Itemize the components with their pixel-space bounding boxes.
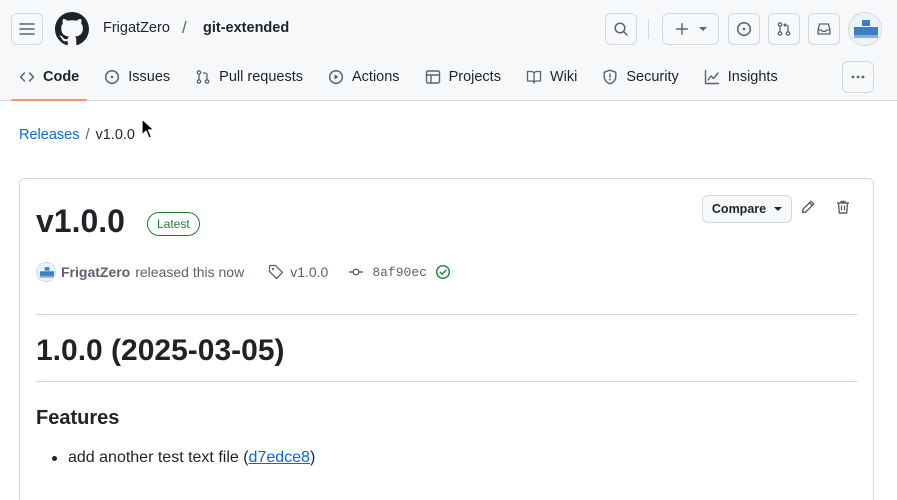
pull-requests-button[interactable] (768, 13, 800, 45)
release-action-text: released this now (135, 264, 245, 280)
identicon-avatar-icon (849, 13, 881, 45)
inbox-icon (817, 23, 831, 35)
tab-label: Security (626, 69, 679, 85)
tab-label: Actions (352, 69, 400, 85)
tab-code[interactable]: Code (11, 58, 88, 101)
mouse-cursor-icon (141, 118, 155, 139)
code-icon (19, 72, 35, 82)
compare-label: Compare (711, 202, 767, 216)
table-icon (425, 70, 440, 84)
breadcrumb-separator: / (85, 127, 90, 143)
git-pull-request-icon (196, 70, 210, 84)
tab-insights[interactable]: Insights (696, 58, 786, 96)
graph-icon (704, 69, 719, 85)
tag-link[interactable]: v1.0.0 (268, 264, 328, 280)
issues-button[interactable] (728, 13, 760, 45)
latest-badge: Latest (147, 212, 200, 236)
issue-opened-icon (736, 21, 752, 37)
commit-link[interactable]: 8af90ec (348, 264, 451, 280)
commit-sha: 8af90ec (372, 264, 427, 280)
github-logo-icon[interactable] (55, 12, 89, 46)
tab-pull-requests[interactable]: Pull requests (187, 58, 311, 96)
search-button[interactable] (605, 13, 637, 45)
hamburger-icon (19, 23, 35, 35)
inbox-button[interactable] (808, 13, 840, 45)
tab-label: Projects (448, 69, 501, 85)
repo-path-separator: / (182, 18, 187, 37)
book-icon (526, 70, 542, 84)
triangle-down-icon (774, 207, 783, 211)
release-title: v1.0.0 (36, 203, 125, 239)
search-icon (614, 22, 628, 36)
release-notes-heading: 1.0.0 (2025-03-05) (36, 334, 285, 367)
tab-actions[interactable]: Actions (320, 58, 408, 96)
create-new-button[interactable] (662, 13, 719, 45)
identicon-avatar-icon (37, 263, 55, 281)
release-breadcrumb: Releases / v1.0.0 (19, 127, 135, 143)
list-item: add another test text file (d7edce8) (52, 449, 315, 467)
meta-divider (36, 314, 858, 315)
author-link[interactable]: FrigatZero (61, 264, 130, 280)
release-meta: FrigatZero released this now v1.0.0 8af9… (36, 261, 451, 283)
compare-button[interactable]: Compare (702, 195, 792, 223)
owner-link[interactable]: FrigatZero (103, 20, 170, 36)
features-heading: Features (36, 407, 120, 429)
shield-icon (603, 69, 617, 85)
tab-label: Code (43, 69, 80, 85)
tab-security[interactable]: Security (594, 58, 686, 96)
tab-issues[interactable]: Issues (96, 58, 178, 96)
releases-link[interactable]: Releases (19, 127, 79, 143)
menu-button[interactable] (11, 13, 43, 45)
tab-label: Pull requests (219, 69, 303, 85)
user-avatar[interactable] (848, 12, 882, 46)
tab-label: Issues (128, 69, 171, 85)
list-item-text: add another test text file ( (68, 449, 249, 466)
list-item-suffix: ) (309, 449, 316, 466)
pencil-icon[interactable] (800, 199, 816, 215)
tab-label: Wiki (549, 69, 578, 85)
heading-divider (36, 381, 858, 382)
header-divider (648, 19, 649, 39)
tab-label: Insights (727, 69, 778, 85)
kebab-horizontal-icon (851, 75, 865, 79)
breadcrumb-current: v1.0.0 (95, 127, 135, 143)
top-header: FrigatZero / git-extended Code Issues Pu… (0, 0, 897, 101)
repo-link[interactable]: git-extended (203, 20, 289, 36)
tag-icon (269, 264, 284, 280)
commit-ref-link[interactable]: d7edce8 (249, 449, 310, 467)
issue-opened-icon (105, 69, 120, 85)
play-icon (328, 69, 344, 85)
tab-wiki[interactable]: Wiki (518, 58, 585, 96)
plus-icon (675, 23, 688, 35)
trash-icon[interactable] (835, 199, 851, 215)
git-pull-request-icon (777, 22, 791, 36)
git-commit-icon (349, 268, 364, 276)
author-avatar[interactable] (36, 262, 56, 282)
more-tabs-button[interactable] (842, 61, 874, 93)
check-circle-icon[interactable] (435, 264, 451, 280)
list-bullet (52, 455, 57, 461)
release-card: v1.0.0 Latest Compare FrigatZero release… (19, 178, 874, 500)
repo-nav-tabs: Code Issues Pull requests Actions Projec… (11, 58, 795, 101)
triangle-down-icon (698, 27, 707, 31)
tag-label: v1.0.0 (290, 264, 329, 280)
tab-projects[interactable]: Projects (417, 58, 509, 96)
